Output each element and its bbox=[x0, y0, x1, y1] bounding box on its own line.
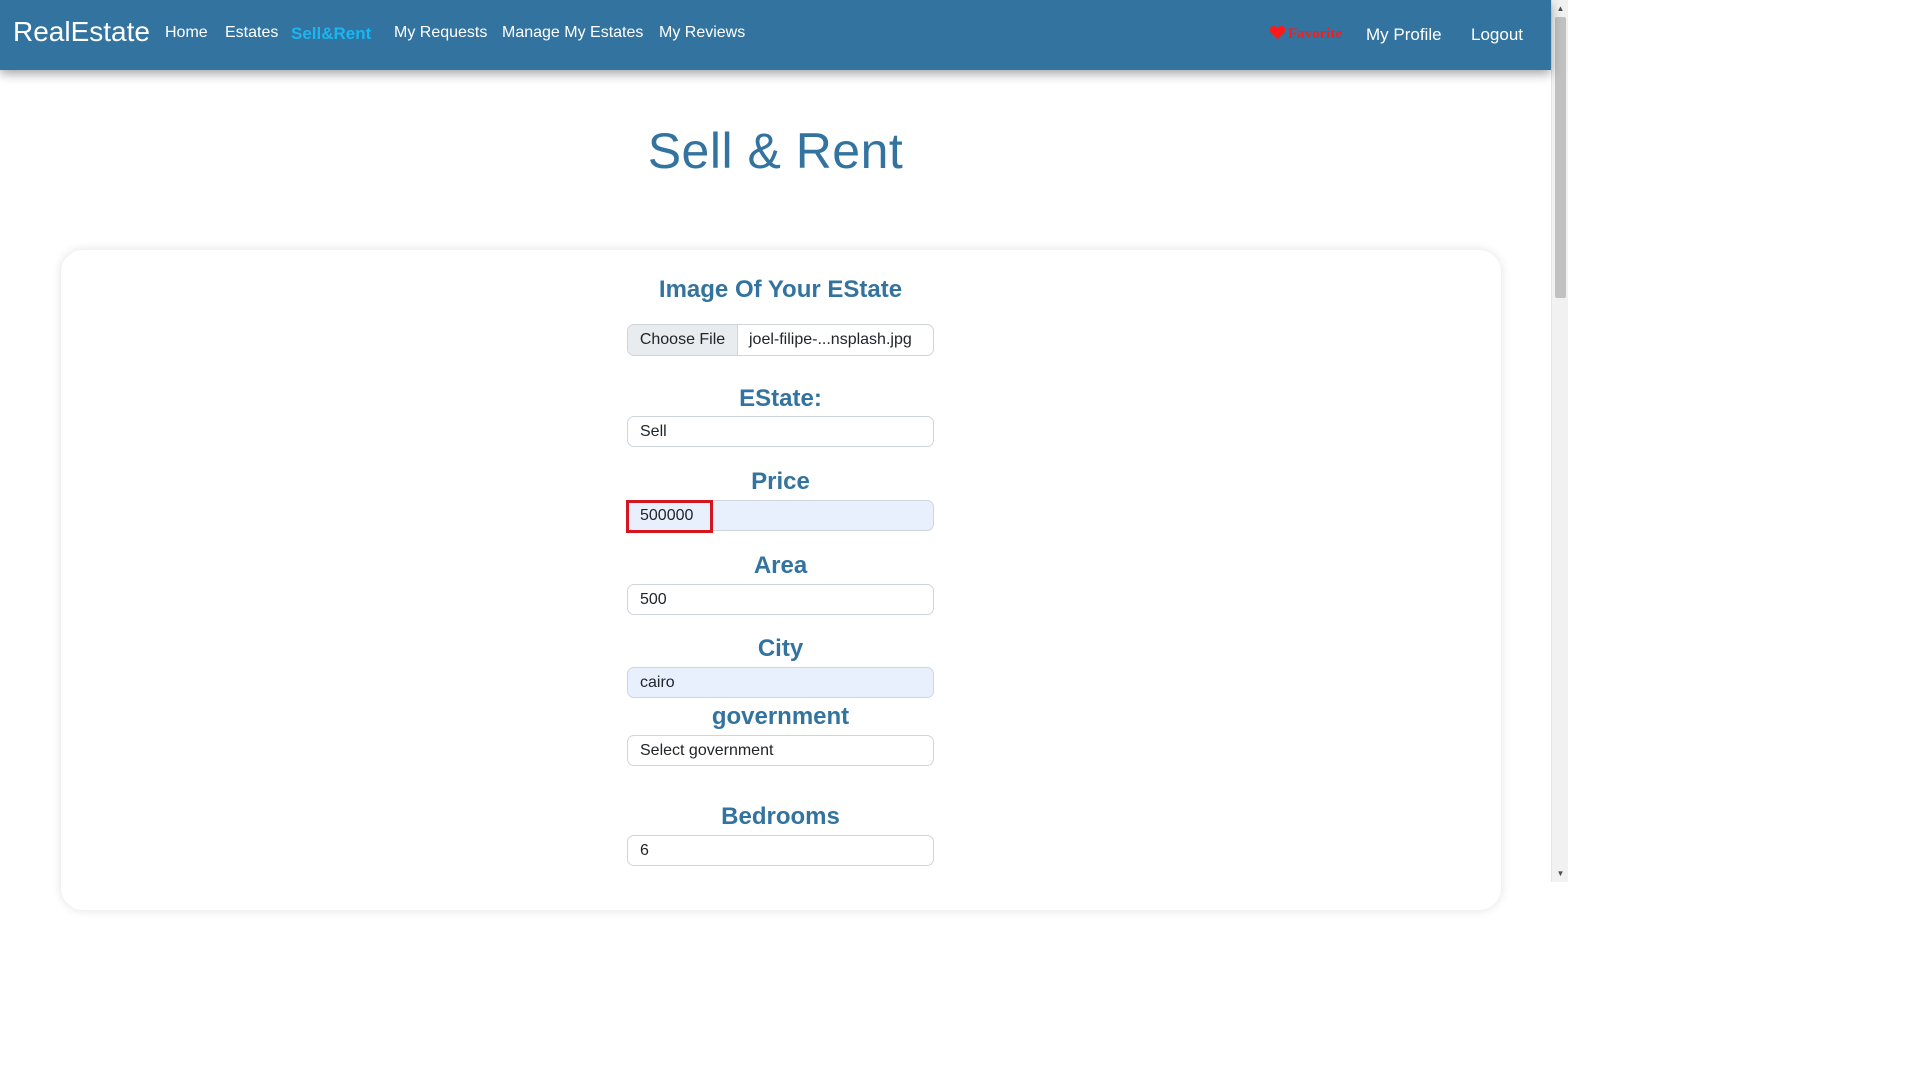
city-label: City bbox=[757, 635, 804, 662]
area-label: Area bbox=[753, 552, 808, 579]
city-input[interactable]: cairo bbox=[627, 667, 934, 698]
logout-link[interactable]: Logout bbox=[1471, 25, 1523, 45]
estate-select[interactable]: Sell bbox=[627, 416, 934, 447]
favorite-link[interactable]: Favorite bbox=[1269, 25, 1342, 43]
bedrooms-input[interactable]: 6 bbox=[627, 835, 934, 866]
nav-home[interactable]: Home bbox=[165, 24, 208, 42]
heart-icon bbox=[1269, 25, 1286, 40]
government-label: government bbox=[711, 703, 850, 730]
my-profile-link[interactable]: My Profile bbox=[1366, 25, 1442, 45]
nav-my-requests[interactable]: My Requests bbox=[394, 24, 487, 42]
estate-label: EState: bbox=[739, 385, 822, 412]
file-name-text: joel-filipe-...nsplash.jpg bbox=[749, 331, 912, 348]
scroll-down-arrow-icon[interactable]: ▼ bbox=[1552, 865, 1569, 882]
price-label: Price bbox=[751, 468, 810, 495]
page-title: Sell & Rent bbox=[647, 123, 904, 179]
price-input[interactable]: 500000 bbox=[627, 500, 934, 531]
brand-logo[interactable]: RealEstate bbox=[13, 16, 150, 48]
nav-my-reviews[interactable]: My Reviews bbox=[659, 24, 745, 42]
area-input[interactable]: 500 bbox=[627, 584, 934, 615]
scroll-up-arrow-icon[interactable]: ▲ bbox=[1552, 0, 1569, 17]
vertical-scrollbar[interactable]: ▲ ▼ bbox=[1551, 0, 1568, 882]
choose-file-button[interactable]: Choose File bbox=[628, 325, 738, 355]
nav-manage-my-estates[interactable]: Manage My Estates bbox=[502, 24, 643, 42]
favorite-label: Favorite bbox=[1288, 26, 1343, 42]
scrollbar-thumb[interactable] bbox=[1555, 17, 1566, 298]
nav-sell-rent[interactable]: Sell&Rent bbox=[291, 24, 371, 44]
image-label: Image Of Your EState bbox=[658, 276, 903, 303]
nav-estates[interactable]: Estates bbox=[225, 24, 278, 42]
bedrooms-label: Bedrooms bbox=[721, 803, 840, 830]
top-navbar: RealEstate Home Estates Sell&Rent My Req… bbox=[0, 0, 1551, 70]
government-select[interactable]: Select government bbox=[627, 735, 934, 766]
image-file-input[interactable]: Choose File joel-filipe-...nsplash.jpg bbox=[627, 324, 934, 356]
